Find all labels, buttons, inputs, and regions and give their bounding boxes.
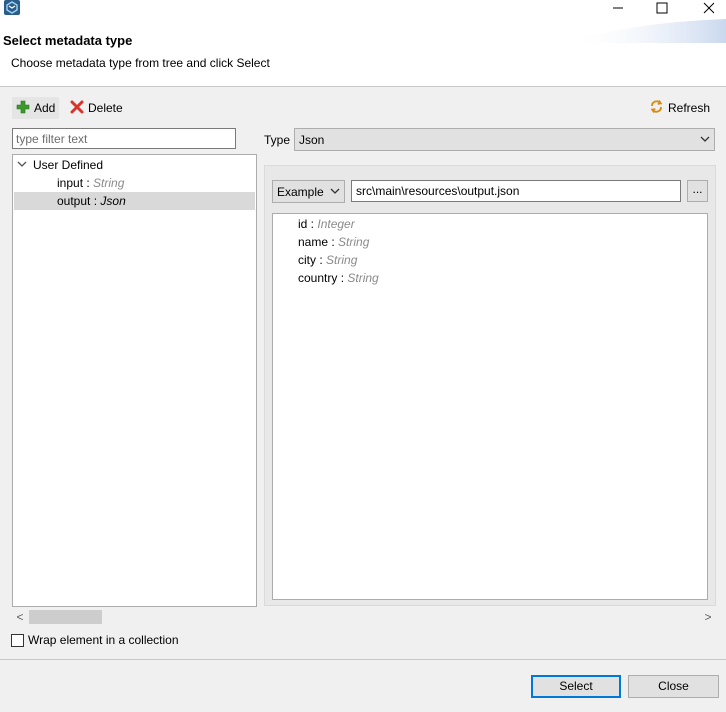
scroll-right-arrow[interactable]: >	[700, 609, 716, 625]
delete-button[interactable]: Delete	[66, 97, 127, 119]
field-type: String	[347, 271, 379, 285]
tree-node-user-defined[interactable]: User Defined	[17, 156, 103, 174]
tree-item-name: output	[57, 194, 91, 208]
refresh-button-label: Refresh	[668, 101, 711, 115]
field-row-city[interactable]: city : String	[298, 251, 357, 269]
header-banner-graphic	[566, 19, 726, 43]
browse-button[interactable]: ...	[687, 180, 708, 202]
close-button[interactable]: Close	[628, 675, 719, 698]
wrap-collection-option[interactable]: Wrap element in a collection	[11, 633, 179, 647]
close-icon[interactable]	[694, 0, 724, 16]
add-button-label: Add	[34, 101, 56, 115]
chevron-down-icon[interactable]	[17, 156, 33, 174]
field-name: country	[298, 271, 338, 285]
tree-item-separator: :	[83, 176, 94, 190]
dialog-title: Select metadata type	[3, 33, 133, 48]
filter-input[interactable]	[12, 128, 236, 149]
field-separator: :	[328, 235, 339, 249]
footer-divider	[0, 659, 726, 660]
field-list[interactable]: id : Integer name : String city : String…	[272, 213, 708, 600]
field-separator: :	[337, 271, 348, 285]
tree-item-input[interactable]: input : String	[57, 174, 124, 192]
select-button[interactable]: Select	[531, 675, 621, 698]
tree-item-separator: :	[90, 194, 101, 208]
field-row-id[interactable]: id : Integer	[298, 215, 355, 233]
tree-item-name: input	[57, 176, 84, 190]
wrap-collection-checkbox[interactable]	[11, 633, 24, 647]
chevron-down-icon	[330, 185, 340, 199]
field-name: id	[298, 217, 308, 231]
metadata-tree[interactable]: User Defined input : String output : Jso…	[12, 154, 257, 607]
field-row-name[interactable]: name : String	[298, 233, 369, 251]
field-type: String	[326, 253, 358, 267]
scroll-left-arrow[interactable]: <	[12, 609, 28, 625]
type-label: Type	[264, 133, 291, 147]
refresh-icon	[649, 99, 664, 117]
minimize-icon[interactable]	[603, 0, 633, 16]
dialog-header: Select metadata type Choose metadata typ…	[0, 17, 726, 87]
example-path-input[interactable]	[351, 180, 681, 202]
field-type: String	[338, 235, 370, 249]
refresh-button[interactable]: Refresh	[645, 97, 714, 119]
type-dropdown[interactable]: Json	[294, 128, 715, 151]
chevron-down-icon	[700, 133, 710, 147]
maximize-icon[interactable]	[647, 0, 677, 16]
field-separator: :	[316, 253, 327, 267]
add-button[interactable]: Add	[12, 97, 60, 119]
tree-item-type: String	[93, 176, 125, 190]
tree-node-label: User Defined	[33, 158, 104, 172]
field-row-country[interactable]: country : String	[298, 269, 379, 287]
plus-icon	[16, 100, 30, 117]
delete-icon	[70, 100, 84, 117]
dialog-description: Choose metadata type from tree and click…	[11, 56, 270, 70]
app-logo-icon	[4, 0, 20, 15]
field-name: city	[298, 253, 316, 267]
scrollbar-thumb[interactable]	[29, 610, 102, 624]
tree-item-type: Json	[100, 194, 126, 208]
example-mode-value: Example	[277, 184, 324, 199]
field-name: name	[298, 235, 329, 249]
horizontal-scrollbar[interactable]	[12, 609, 716, 625]
field-separator: :	[307, 217, 318, 231]
field-type: Integer	[317, 217, 355, 231]
delete-button-label: Delete	[88, 101, 123, 115]
example-mode-dropdown[interactable]: Example	[272, 180, 345, 203]
type-dropdown-value: Json	[299, 132, 325, 147]
wrap-collection-label: Wrap element in a collection	[28, 633, 179, 647]
tree-item-output[interactable]: output : Json	[14, 192, 255, 210]
